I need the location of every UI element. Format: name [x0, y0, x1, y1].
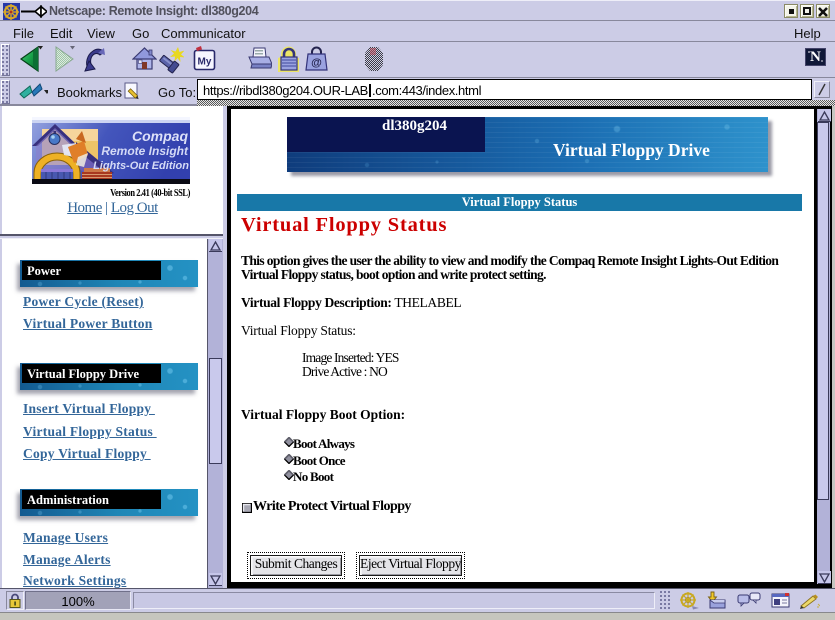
svg-text:Remote Insight: Remote Insight: [101, 144, 189, 158]
svg-text:@: @: [311, 57, 322, 69]
svg-text:Lights-Out Edition: Lights-Out Edition: [93, 160, 189, 172]
svg-text:Compaq: Compaq: [132, 128, 188, 144]
svg-text:My: My: [198, 57, 212, 68]
